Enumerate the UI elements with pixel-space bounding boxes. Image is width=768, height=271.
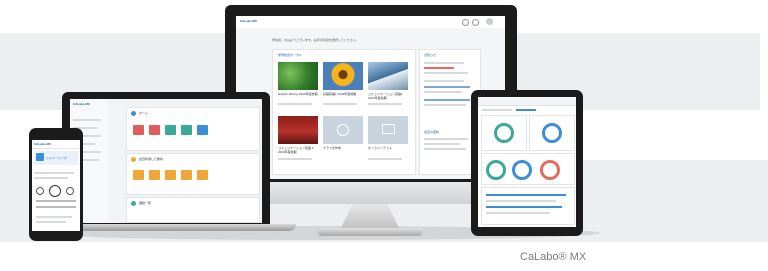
laptop-card-recent: 最近利用した教材 xyxy=(126,153,260,195)
course-title[interactable]: コミュニケーション英語1 2020年度前期 xyxy=(368,92,408,100)
update-line xyxy=(424,148,466,150)
laptop-section-home: ホーム xyxy=(139,111,148,115)
score-card xyxy=(481,153,575,185)
course-meta xyxy=(323,103,357,105)
section-icon xyxy=(131,111,136,116)
section-icon xyxy=(131,201,136,206)
course-thumb-sunflower[interactable] xyxy=(323,62,363,90)
donut-chart xyxy=(486,160,506,180)
section-icon xyxy=(131,157,136,162)
course-thumb-mountain[interactable] xyxy=(368,62,408,90)
imac-base xyxy=(318,228,422,236)
folder-icon[interactable] xyxy=(133,170,144,180)
donut-chart xyxy=(512,160,532,180)
imac-greeting: 学生様、おはようございます。右手の科目を選択してください。 xyxy=(272,38,359,42)
course-thumb-green-leaves[interactable] xyxy=(278,62,318,90)
volume-slider[interactable] xyxy=(36,206,76,208)
donut-chart xyxy=(542,123,562,143)
courses-card: 学習総合ポータル English Writing 2020年度前期 基礎英語1 … xyxy=(272,49,416,175)
notice-heading: お知らせ xyxy=(424,53,436,57)
track-icon xyxy=(36,153,44,161)
stat-card xyxy=(481,115,527,151)
phone-text-line xyxy=(34,177,68,179)
course-title[interactable]: クラスを作成 xyxy=(323,146,363,150)
phone-header: CALabo MX xyxy=(32,140,80,149)
student-row xyxy=(486,212,550,214)
folder-icon[interactable] xyxy=(197,170,208,180)
tile-icon[interactable] xyxy=(149,125,160,135)
brand-label: CaLabo® MX xyxy=(520,251,587,263)
help-icon[interactable] xyxy=(472,19,479,26)
tile-icon[interactable] xyxy=(181,125,192,135)
stat-card xyxy=(529,115,575,151)
laptop-section-tasks: 課題一覧 xyxy=(139,201,152,205)
course-meta xyxy=(368,158,402,160)
phone-app-title: CALabo MX xyxy=(34,142,51,146)
phone-track-card[interactable]: シャドーイング xyxy=(34,151,78,165)
laptop-screen: CALabo MX ホーム 最近利用した教材 課題一覧 xyxy=(70,99,262,223)
course-thumb-red-room[interactable] xyxy=(278,116,318,144)
laptop-base xyxy=(48,224,296,231)
phone-screen: CALabo MX シャドーイング xyxy=(32,140,80,231)
course-title[interactable]: 基礎英語1 2020年度前期 xyxy=(323,92,363,96)
folder-icon[interactable] xyxy=(165,170,176,180)
play-button[interactable] xyxy=(49,185,61,197)
donut-chart xyxy=(540,160,560,180)
notice-line xyxy=(424,104,466,106)
tile-icon[interactable] xyxy=(165,125,176,135)
tile-icon[interactable] xyxy=(133,125,144,135)
imac-app-title: CALabo MX xyxy=(240,19,257,23)
course-title[interactable]: English Writing 2020年度前期 xyxy=(278,92,318,96)
tablet-screen xyxy=(478,97,576,227)
tablet-tab[interactable] xyxy=(482,109,512,111)
add-icon xyxy=(337,124,349,136)
student-grid xyxy=(481,187,575,225)
avatar[interactable] xyxy=(486,18,493,25)
course-meta xyxy=(278,103,312,105)
donut-chart xyxy=(494,123,514,143)
laptop-section-recent: 最近利用した教材 xyxy=(139,157,164,161)
notice-line xyxy=(424,62,464,64)
tablet-tab-active[interactable] xyxy=(516,109,536,111)
notice-link[interactable] xyxy=(424,99,470,101)
laptop-app-title: CALabo MX xyxy=(73,102,90,106)
notice-badge xyxy=(424,67,454,69)
student-row xyxy=(486,194,566,196)
phone-text-line xyxy=(36,216,72,218)
updates-heading: 最近の更新 xyxy=(424,130,440,134)
bell-icon[interactable] xyxy=(462,19,469,26)
laptop-card-tasks: 課題一覧 xyxy=(126,197,260,223)
online-test-tile[interactable] xyxy=(368,116,408,144)
rewind-icon[interactable] xyxy=(36,187,44,195)
course-meta xyxy=(278,158,312,160)
course-meta xyxy=(368,103,402,105)
notice-line xyxy=(424,80,464,82)
laptop-card-home: ホーム xyxy=(126,107,260,151)
folder-icon[interactable] xyxy=(149,170,160,180)
update-line xyxy=(424,143,460,145)
notice-link[interactable] xyxy=(424,86,470,88)
notice-line xyxy=(424,91,462,93)
update-line xyxy=(424,138,468,140)
notice-line xyxy=(424,72,468,74)
folder-icon[interactable] xyxy=(181,170,192,180)
imac-screen: CALabo MX 学生様、おはようございます。右手の科目を選択してください。 … xyxy=(236,16,505,179)
monitor-icon xyxy=(382,124,395,134)
phone-track-title: シャドーイング xyxy=(46,156,68,160)
add-course-tile[interactable] xyxy=(323,116,363,144)
tile-icon[interactable] xyxy=(197,125,208,135)
courses-heading: 学習総合ポータル xyxy=(278,53,303,57)
student-row xyxy=(486,206,562,208)
course-title[interactable]: コミュニケーション英語 2 2020年度前期 xyxy=(278,146,318,154)
phone-text-line xyxy=(34,172,74,174)
progress-slider[interactable] xyxy=(36,200,76,202)
forward-icon[interactable] xyxy=(66,187,74,195)
tablet-header xyxy=(478,97,576,106)
sidebar-item[interactable] xyxy=(73,119,101,121)
student-row xyxy=(486,200,556,202)
phone-text-line xyxy=(36,221,66,223)
course-title[interactable]: オンラインテスト xyxy=(368,146,408,150)
